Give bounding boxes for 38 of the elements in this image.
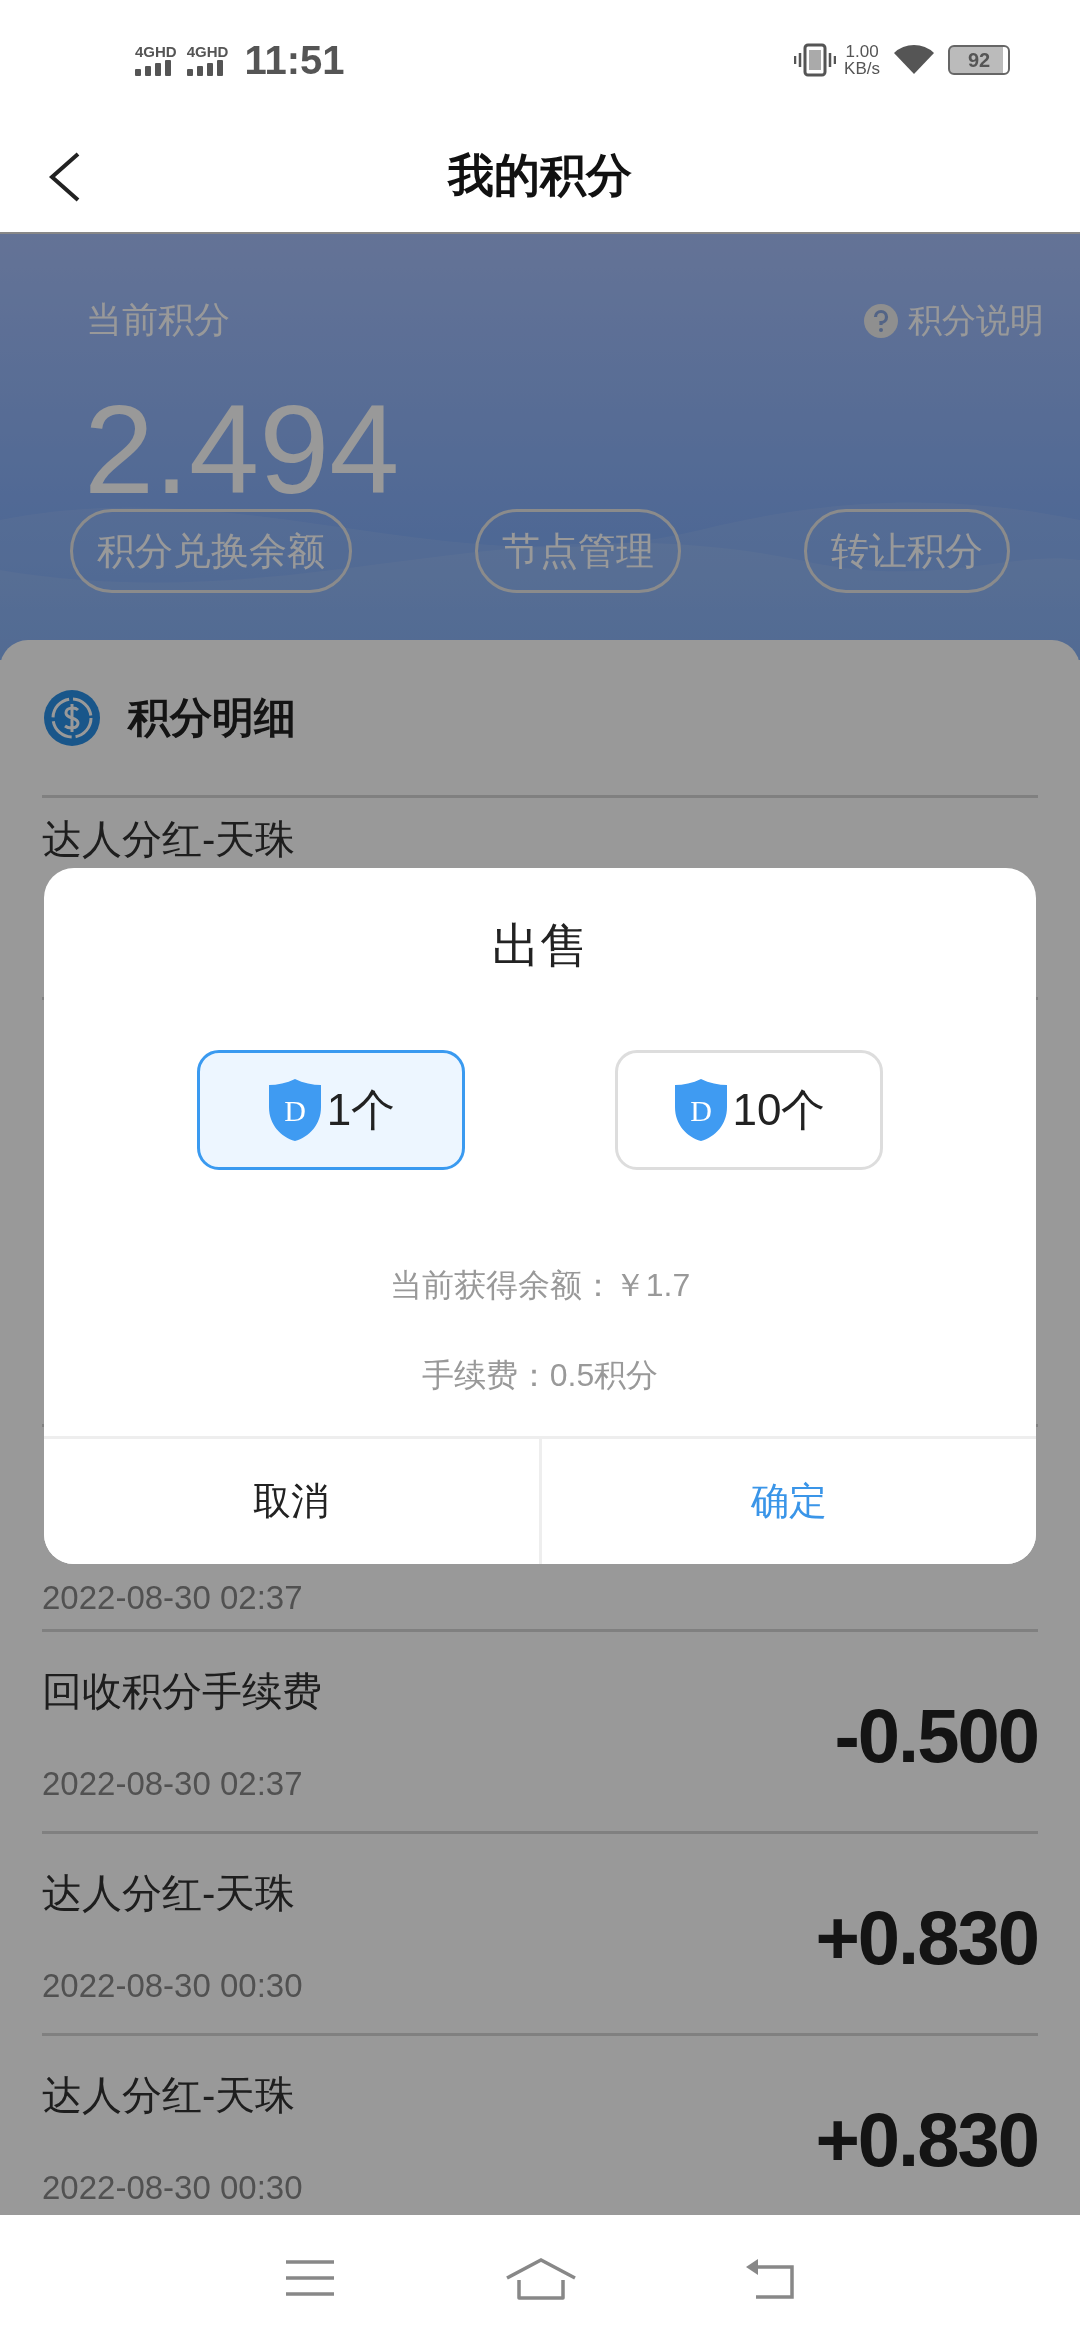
dialog-info-text: 手续费：0.5积分 — [420, 1356, 660, 1395]
record-date: 2022-08-30 02:37 — [42, 1764, 304, 1804]
clock-time: 11:51 — [244, 37, 345, 83]
record-title: 达人分红-天珠 — [42, 816, 297, 863]
record-amount: -0.500 — [834, 1692, 1038, 1779]
dialog-title: 出售 — [491, 918, 589, 974]
action-button[interactable]: 转让积分 — [804, 509, 1010, 593]
record-date: 2022-08-30 00:30 — [42, 1966, 304, 2006]
coin-icon — [44, 689, 100, 746]
wifi-icon — [894, 45, 934, 75]
vibrate-icon — [794, 43, 837, 77]
quantity-option[interactable]: D 1个 — [197, 1050, 465, 1170]
shield-icon: D — [266, 1077, 323, 1143]
record-date: 2022-08-30 02:37 — [42, 1578, 304, 1618]
record-amount: +0.830 — [815, 1894, 1038, 1981]
network-type: 4GHD — [186, 44, 229, 60]
record-title: 回收积分手续费 — [42, 1668, 323, 1715]
action-button[interactable]: 积分兑换余额 — [70, 509, 352, 593]
help-icon — [864, 303, 898, 338]
battery-indicator: 92 — [948, 45, 1010, 75]
dialog-info-text: 当前获得余额：￥1.7 — [388, 1266, 692, 1305]
record-title: 达人分红-天珠 — [42, 1870, 297, 1917]
action-button[interactable]: 节点管理 — [475, 509, 681, 593]
speed-value: 1.00 — [845, 43, 879, 60]
record-date: 2022-08-30 00:30 — [42, 2168, 304, 2208]
quantity-option[interactable]: D 10个 — [615, 1050, 883, 1170]
network-type: 4GHD — [135, 44, 177, 60]
menu-icon — [284, 2257, 337, 2298]
points-label: 当前积分 — [86, 298, 230, 342]
points-help-link[interactable]: 积分说明 — [864, 297, 1044, 344]
record-title: 达人分红-天珠 — [42, 2072, 297, 2119]
speed-unit: KB/s — [844, 60, 880, 77]
nav-menu-button[interactable] — [284, 2257, 337, 2298]
section-title: 积分明细 — [128, 692, 296, 743]
shield-icon: D — [672, 1077, 729, 1143]
page-title: 我的积分 — [448, 148, 632, 203]
confirm-button[interactable]: 确定 — [538, 1439, 1036, 1564]
record-amount: +0.830 — [815, 2096, 1038, 2183]
